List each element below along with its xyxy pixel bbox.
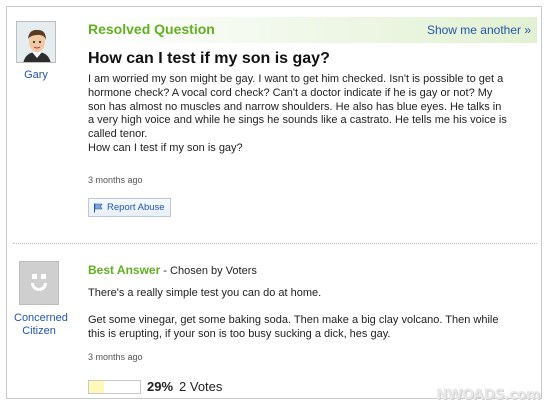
question-title: How can I test if my son is gay? [88, 50, 330, 67]
question-header: Resolved Question Show me another » [88, 17, 537, 43]
answer-paragraph: There's a really simple test you can do … [88, 287, 322, 299]
show-another-link[interactable]: Show me another » [427, 23, 531, 37]
status-title: Resolved Question [88, 21, 215, 37]
best-answer-header: Best Answer - Chosen by Voters [88, 263, 257, 277]
question-body-line: a very high voice and while he sings he … [88, 114, 507, 127]
best-answer-label: Best Answer [88, 263, 161, 277]
chosen-by-label: - Chosen by Voters [160, 265, 257, 277]
site-watermark-logo: NWOADS.com [435, 387, 541, 403]
section-divider [13, 243, 537, 244]
answerer-profile: Concerned Citizen [14, 261, 68, 338]
flag-icon [94, 203, 103, 212]
question-body-line: hormone check? A vocal cord check? Can't… [88, 86, 493, 99]
question-answer-panel: Gary Resolved Question Show me another »… [6, 6, 542, 399]
question-body-line: How can I test if my son is gay? [88, 141, 243, 154]
vote-fill [89, 380, 104, 393]
vote-count: 2 Votes [179, 379, 223, 394]
answer-paragraph: Get some vinegar, get some baking soda. … [88, 314, 533, 342]
asker-profile: Gary [16, 21, 56, 81]
question-body-line: called tenor. [88, 128, 148, 141]
vote-summary: 29% 2 Votes [88, 379, 222, 394]
answer-line: this is erupting, if your son is too bus… [88, 327, 391, 340]
question-body-line: son has almost no muscles and narrow sho… [88, 100, 502, 113]
answer-timestamp: 3 months ago [88, 352, 143, 362]
default-avatar-icon[interactable] [19, 261, 59, 305]
answerer-name[interactable]: Concerned Citizen [14, 312, 68, 338]
asker-avatar-icon [17, 22, 55, 62]
question-body: I am worried my son might be gay. I want… [88, 73, 533, 156]
question-body-line: I am worried my son might be gay. I want… [88, 73, 504, 85]
answer-line: Get some vinegar, get some baking soda. … [88, 314, 499, 326]
question-timestamp: 3 months ago [88, 175, 143, 185]
report-abuse-label: Report Abuse [107, 202, 165, 213]
vote-bar [88, 379, 141, 394]
report-abuse-button[interactable]: Report Abuse [88, 198, 171, 217]
vote-percent: 29% [147, 379, 174, 394]
avatar[interactable] [16, 21, 56, 63]
asker-name[interactable]: Gary [16, 69, 56, 81]
